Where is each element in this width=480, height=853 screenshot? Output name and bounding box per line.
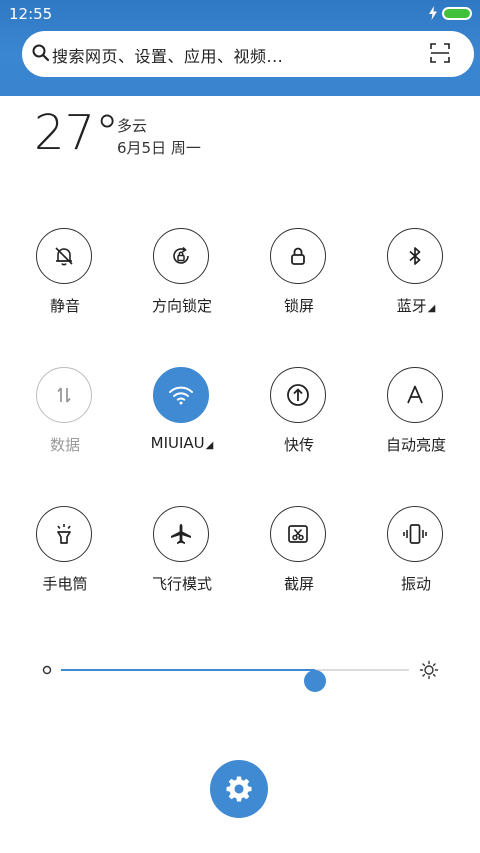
lock-icon — [291, 247, 305, 265]
bluetooth-icon — [409, 247, 421, 265]
bell-off-icon — [55, 247, 73, 266]
tile-bluetooth[interactable]: 蓝牙◢ — [368, 228, 464, 338]
tile-vibrate[interactable]: 振动 — [368, 506, 464, 616]
wifi-icon — [169, 386, 193, 405]
tile-label: 快传 — [283, 436, 314, 454]
menu-triangle-icon: ◢ — [427, 303, 436, 314]
brightness-track[interactable] — [61, 669, 409, 692]
brightness-slider[interactable] — [40, 658, 440, 692]
search-icon — [32, 44, 50, 62]
scan-icon[interactable] — [430, 43, 450, 63]
airplane-icon — [171, 524, 191, 544]
flashlight-icon — [57, 524, 71, 544]
brightness-thumb[interactable] — [304, 670, 327, 692]
tile-label: 静音 — [49, 297, 80, 315]
status-time: 12:55 — [9, 5, 53, 23]
tile-wifi[interactable]: MIUIAU◢ — [134, 367, 230, 477]
status-bar: 12:55 — [0, 0, 480, 28]
tile-label: 蓝牙◢ — [396, 297, 436, 315]
tile-label: 飞行模式 — [151, 575, 212, 593]
brightness-low-icon — [42, 665, 52, 675]
charging-bolt-icon — [429, 6, 437, 20]
tile-silent[interactable]: 静音 — [17, 228, 113, 338]
weather-date: 6月5日 周一 — [117, 139, 201, 157]
tile-label: 手电筒 — [42, 575, 88, 593]
rotation-lock-icon — [173, 246, 189, 264]
weather-condition: 多云 — [117, 117, 148, 135]
brightness-fill — [61, 669, 316, 671]
temperature: 27° — [34, 105, 120, 161]
mobile-data-icon — [57, 387, 71, 403]
tile-label: 锁屏 — [283, 297, 314, 315]
battery-icon — [442, 7, 472, 20]
tile-label: MIUIAU◢ — [150, 434, 214, 452]
tile-auto-brightness[interactable]: 自动亮度 — [368, 367, 464, 477]
tile-label: 截屏 — [283, 575, 314, 593]
header: 12:55 搜索网页、设置、应用、视频... — [0, 0, 480, 96]
vibrate-icon — [403, 524, 427, 544]
auto-brightness-icon — [407, 385, 423, 404]
tile-label: 数据 — [49, 436, 80, 454]
search-bar[interactable]: 搜索网页、设置、应用、视频... — [22, 31, 474, 77]
brightness-high-icon — [419, 660, 439, 680]
search-input[interactable]: 搜索网页、设置、应用、视频... — [52, 43, 283, 67]
menu-triangle-icon: ◢ — [205, 440, 214, 451]
gear-icon — [226, 776, 252, 802]
tile-quick-transfer[interactable]: 快传 — [251, 367, 347, 477]
quick-transfer-icon — [287, 384, 309, 406]
screenshot-icon — [288, 525, 308, 543]
tile-rotation-lock[interactable]: 方向锁定 — [134, 228, 230, 338]
tile-mobile-data[interactable]: 数据 — [17, 367, 113, 477]
tile-label: 方向锁定 — [151, 297, 212, 315]
settings-button[interactable] — [210, 760, 268, 818]
tile-airplane-mode[interactable]: 飞行模式 — [134, 506, 230, 616]
tile-label: 振动 — [400, 575, 431, 593]
tile-lock-screen[interactable]: 锁屏 — [251, 228, 347, 338]
tile-flashlight[interactable]: 手电筒 — [17, 506, 113, 616]
tile-label: 自动亮度 — [385, 436, 446, 454]
tile-screenshot[interactable]: 截屏 — [251, 506, 347, 616]
